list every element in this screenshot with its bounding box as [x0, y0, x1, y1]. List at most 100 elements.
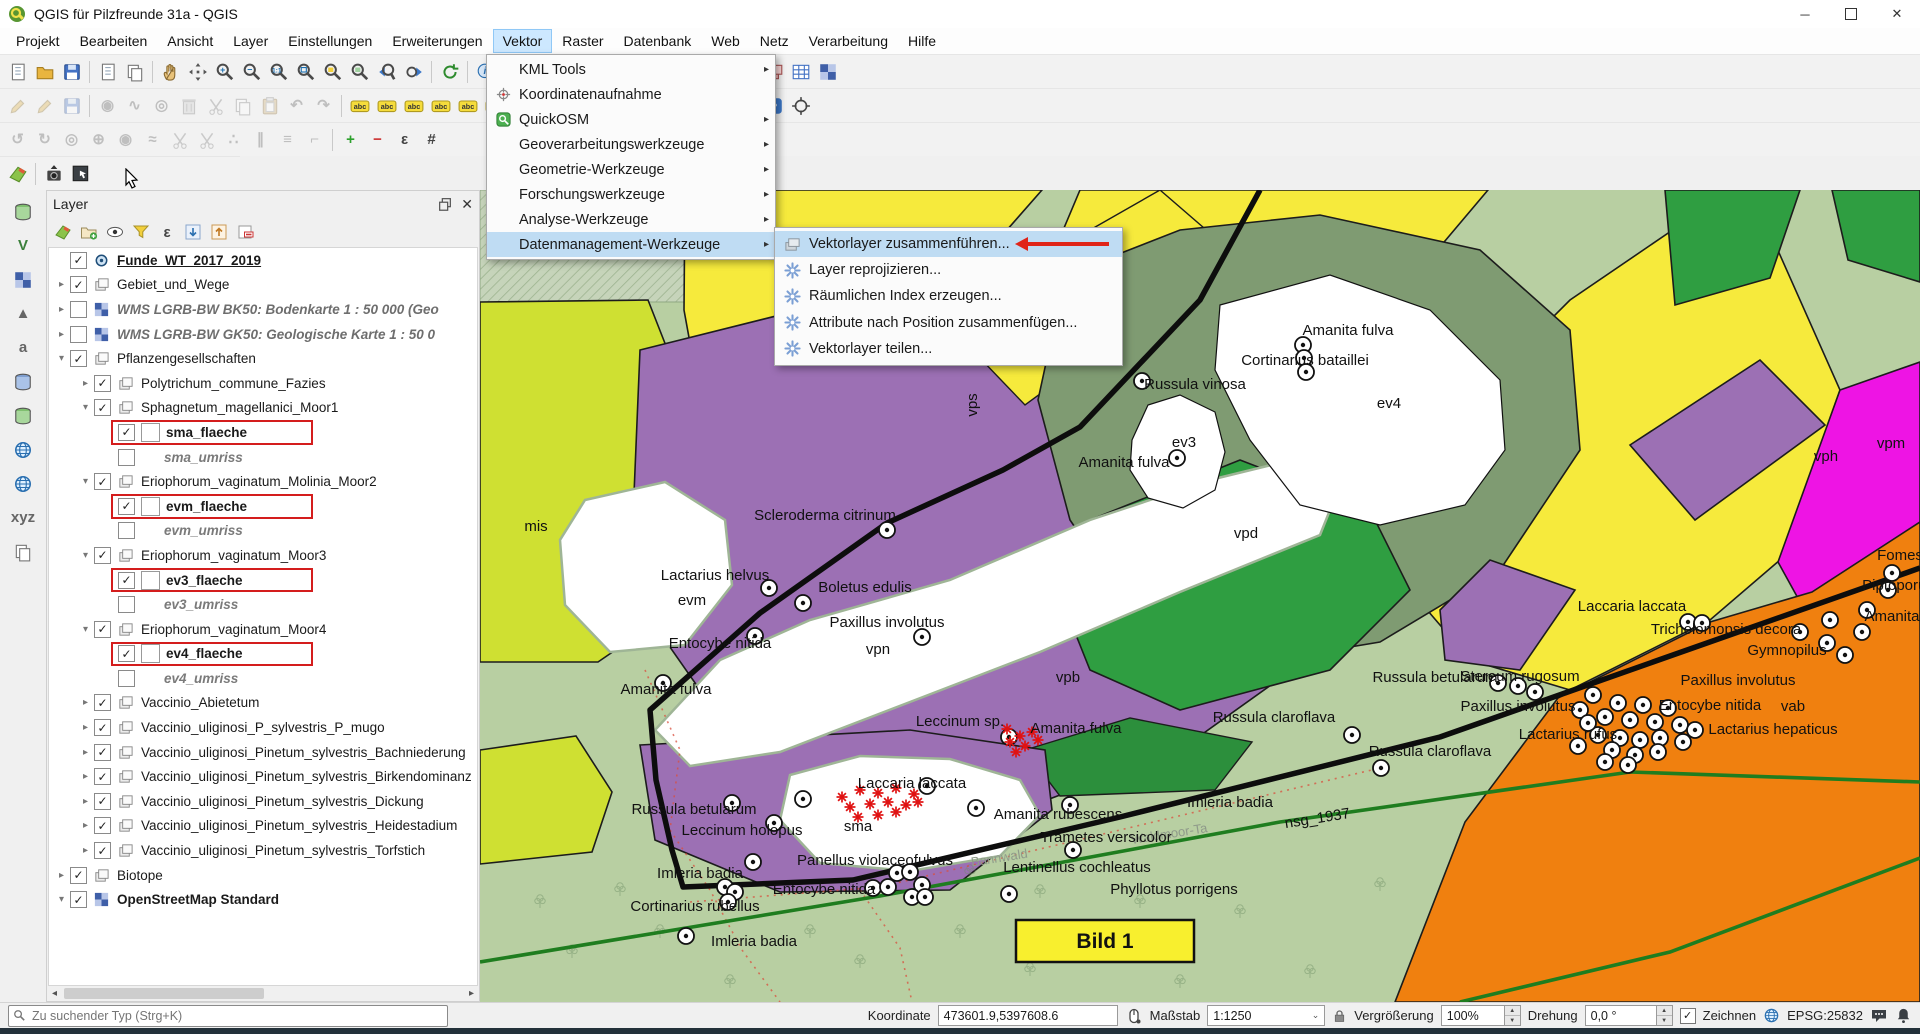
menu-item-geoverarbeitungswerkzeuge[interactable]: Geoverarbeitungswerkzeuge▸: [487, 132, 775, 157]
layer-visibility-checkbox[interactable]: ✓: [94, 375, 111, 392]
add-spatialite-layer-icon[interactable]: [10, 402, 37, 429]
layer-row-vaccinio-uliginosi-p-sylvestris-p-mugo[interactable]: ▸✓Vaccinio_uliginosi_P_sylvestris_P_mugo: [49, 715, 477, 740]
layer-label[interactable]: ev4_flaeche: [166, 646, 243, 661]
add-wms-layer-icon[interactable]: [10, 436, 37, 463]
layer-label[interactable]: evm_umriss: [164, 523, 243, 538]
layer-label[interactable]: sma_umriss: [164, 450, 243, 465]
crs-globe-icon[interactable]: [1763, 1007, 1780, 1024]
menu-item-koordinatenaufnahme[interactable]: Koordinatenaufnahme: [487, 82, 775, 107]
layer-label[interactable]: Vaccinio_uliginosi_P_sylvestris_P_mugo: [141, 720, 385, 735]
zoom-native-icon[interactable]: 1:1: [265, 58, 292, 85]
rotation-spinner[interactable]: 0,0 ° ▲▼: [1585, 1005, 1673, 1026]
expander-icon[interactable]: ▾: [53, 894, 70, 905]
delete-selected-icon[interactable]: [175, 92, 202, 119]
rotate-point-symbols-icon[interactable]: ≡: [274, 126, 301, 153]
symbol-swatch[interactable]: [141, 644, 160, 663]
expander-icon[interactable]: ▸: [53, 304, 70, 315]
expander-icon[interactable]: ▸: [77, 796, 94, 807]
layer-visibility-checkbox[interactable]: ✓: [70, 350, 87, 367]
add-mesh-layer-icon[interactable]: ▲: [10, 300, 37, 327]
menu-hilfe[interactable]: Hilfe: [898, 29, 946, 53]
manage-map-themes-icon[interactable]: [103, 220, 127, 244]
save-edits-icon[interactable]: [58, 92, 85, 119]
menu-item-kml-tools[interactable]: KML Tools▸: [487, 57, 775, 82]
attribute-table2-icon[interactable]: [787, 58, 814, 85]
pan-to-selection-icon[interactable]: [184, 58, 211, 85]
menu-web[interactable]: Web: [701, 29, 750, 53]
expander-icon[interactable]: ▸: [77, 845, 94, 856]
pin-unpin-labels-icon[interactable]: abc: [427, 92, 454, 119]
menu-datenbank[interactable]: Datenbank: [614, 29, 702, 53]
layer-visibility-checkbox[interactable]: ✓: [94, 621, 111, 638]
layer-row-wms-lgrb-bw-bk50-bodenkarte-1-50-000-geo[interactable]: ▸WMS LGRB-BW BK50: Bodenkarte 1 : 50 000…: [49, 297, 477, 322]
layer-visibility-checkbox[interactable]: [118, 596, 135, 613]
layer-row-polytrichum-commune-fazies[interactable]: ▸✓Polytrichum_commune_Fazies: [49, 371, 477, 396]
scroll-right-icon[interactable]: ▸: [464, 988, 479, 999]
menu-item-geometrie-werkzeuge[interactable]: Geometrie-Werkzeuge▸: [487, 157, 775, 182]
layer-diagram-icon[interactable]: abc: [373, 92, 400, 119]
copy-features-icon[interactable]: [229, 92, 256, 119]
trim-extend-icon[interactable]: ⌐: [301, 126, 328, 153]
layer-visibility-checkbox[interactable]: ✓: [94, 399, 111, 416]
move-label-icon[interactable]: abc: [454, 92, 481, 119]
scroll-left-icon[interactable]: ◂: [47, 988, 62, 999]
add-wfs-layer-icon[interactable]: [10, 470, 37, 497]
close-panel-icon[interactable]: ✕: [461, 196, 473, 213]
redo-icon[interactable]: ↷: [310, 92, 337, 119]
layer-visibility-checkbox[interactable]: ✓: [94, 817, 111, 834]
menu-verarbeitung[interactable]: Verarbeitung: [799, 29, 898, 53]
layer-label[interactable]: Eriophorum_vaginatum_Moor4: [141, 622, 326, 637]
layer-label[interactable]: Vaccinio_uliginosi_Pinetum_sylvestris_He…: [141, 818, 457, 833]
layer-visibility-checkbox[interactable]: ✓: [94, 719, 111, 736]
expander-icon[interactable]: ▾: [77, 624, 94, 635]
add-part-icon[interactable]: ⊕: [85, 126, 112, 153]
add-point-feature-icon[interactable]: ◉: [94, 92, 121, 119]
open-layer-styling-icon[interactable]: [51, 220, 75, 244]
vertex-tool-icon[interactable]: ◎: [148, 92, 175, 119]
expander-icon[interactable]: ▸: [77, 747, 94, 758]
menu-item-quickosm[interactable]: QuickOSM▸: [487, 107, 775, 132]
spin-down-icon[interactable]: ▼: [1657, 1016, 1672, 1025]
symbol-swatch[interactable]: [141, 497, 160, 516]
layer-visibility-checkbox[interactable]: ✓: [94, 473, 111, 490]
layer-label[interactable]: Vaccinio_uliginosi_Pinetum_sylvestris_Bi…: [141, 769, 472, 784]
add-vector-layer-icon[interactable]: V: [10, 232, 37, 259]
magnifier-spinner[interactable]: 100% ▲▼: [1441, 1005, 1521, 1026]
expander-icon[interactable]: ▸: [77, 697, 94, 708]
fill-ring-icon[interactable]: ◉: [112, 126, 139, 153]
zoom-in-icon[interactable]: +: [211, 58, 238, 85]
menu-ansicht[interactable]: Ansicht: [157, 29, 223, 53]
submenu-item-layer-reprojizieren-[interactable]: Layer reprojizieren...: [775, 257, 1122, 283]
layer-label[interactable]: Vaccinio_uliginosi_Pinetum_sylvestris_To…: [141, 843, 425, 858]
layer-row-ev4-umriss[interactable]: ev4_umriss: [49, 666, 477, 691]
refresh-map-icon[interactable]: [436, 58, 463, 85]
submenu-item-vektorlayer-zusammenf-hren-[interactable]: Vektorlayer zusammenführen...: [775, 231, 1122, 257]
add-xyz-layer-icon[interactable]: xyz: [10, 504, 37, 531]
undo-icon[interactable]: ↶: [283, 92, 310, 119]
layer-labeling-icon[interactable]: abc: [346, 92, 373, 119]
add-ring-icon[interactable]: ◎: [58, 126, 85, 153]
layer-row-pflanzengesellschaften[interactable]: ▾✓Pflanzengesellschaften: [49, 346, 477, 371]
menu-bearbeiten[interactable]: Bearbeiten: [70, 29, 158, 53]
new-print-layout-icon[interactable]: [94, 58, 121, 85]
symbol-swatch[interactable]: [141, 423, 160, 442]
spin-up-icon[interactable]: ▲: [1657, 1006, 1672, 1016]
layer-row-funde-wt-2017-2019[interactable]: ✓Funde_WT_2017_2019: [49, 248, 477, 273]
layer-label[interactable]: Eriophorum_vaginatum_Moor3: [141, 548, 326, 563]
layer-row-openstreetmap-standard[interactable]: ▾✓OpenStreetMap Standard: [49, 887, 477, 912]
epsg-label[interactable]: EPSG:25832: [1787, 1008, 1863, 1023]
layer-row-vaccinio-uliginosi-pinetum-sylvestris-bi[interactable]: ▸✓Vaccinio_uliginosi_Pinetum_sylvestris_…: [49, 764, 477, 789]
paste-features-icon[interactable]: [256, 92, 283, 119]
layer-row-eriophorum-vaginatum-molinia-moor2[interactable]: ▾✓Eriophorum_vaginatum_Molinia_Moor2: [49, 469, 477, 494]
menu-erweiterungen[interactable]: Erweiterungen: [382, 29, 492, 53]
rotate-feature-icon[interactable]: ↺: [4, 126, 31, 153]
menu-item-analyse-werkzeuge[interactable]: Analyse-Werkzeuge▸: [487, 207, 775, 232]
layer-label[interactable]: sma_flaeche: [166, 425, 247, 440]
layer-row-gebiet-und-wege[interactable]: ▸✓Gebiet_und_Wege: [49, 273, 477, 298]
symbol-swatch[interactable]: [141, 571, 160, 590]
layer-visibility-checkbox[interactable]: ✓: [94, 694, 111, 711]
layer-visibility-checkbox[interactable]: ✓: [118, 424, 135, 441]
remove-selection-icon[interactable]: −: [364, 126, 391, 153]
notifications-icon[interactable]: [1895, 1007, 1912, 1024]
layer-row-sma-flaeche[interactable]: ✓ sma_flaeche: [49, 420, 477, 445]
